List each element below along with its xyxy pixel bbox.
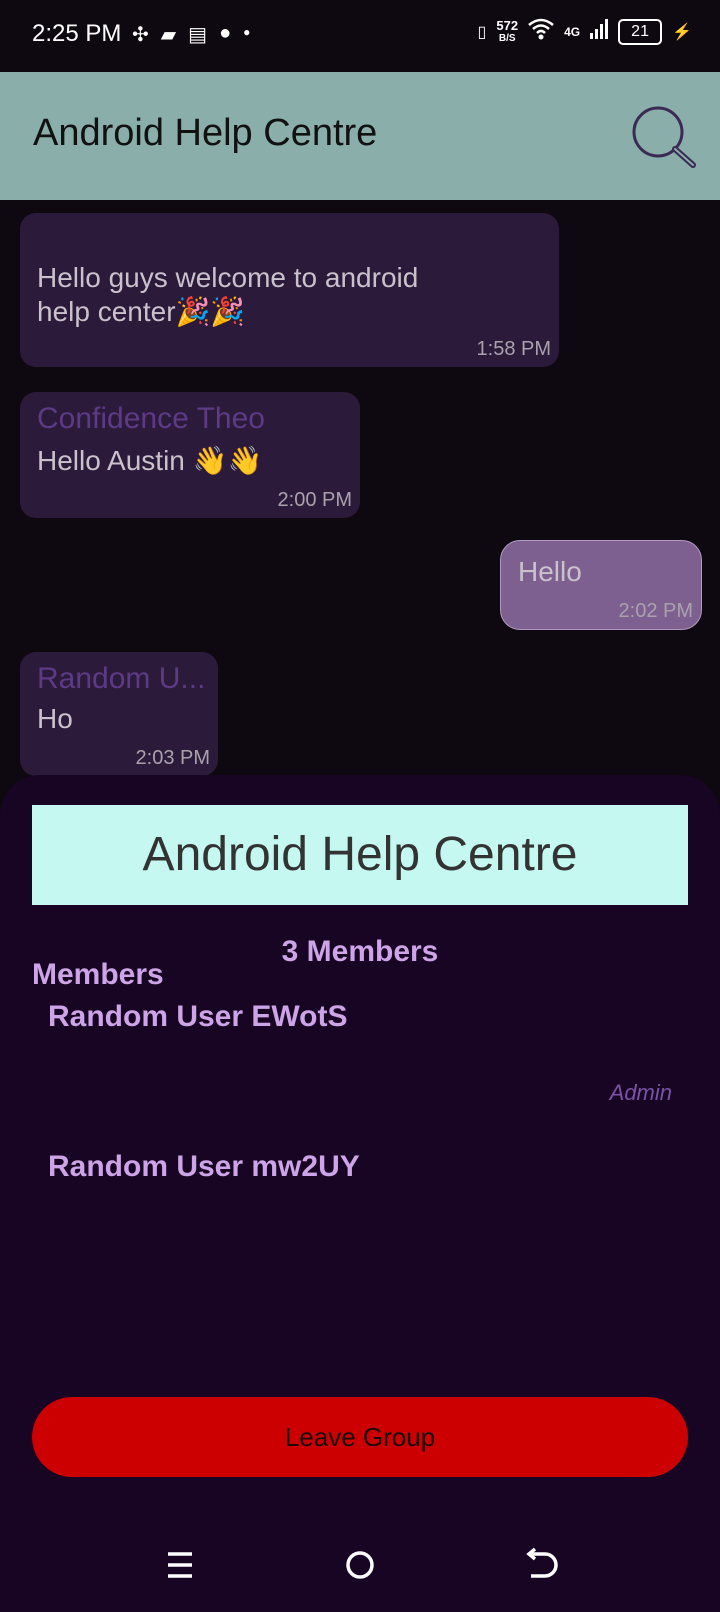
app-bar: Android Help Centre <box>0 72 720 200</box>
message-bubble[interactable]: Hello guys welcome to android help cente… <box>20 213 559 367</box>
notification-icons: ✣ ▰ ▤ ● ● <box>132 22 250 47</box>
chat-bubble-icon: ● <box>219 22 232 44</box>
admin-badge: Admin <box>609 1080 672 1105</box>
app-icon: ▰ <box>160 24 177 46</box>
nav-bar <box>0 1520 720 1612</box>
net-speed-value: 572 <box>496 17 519 33</box>
message-time: 2:00 PM <box>277 489 352 511</box>
message-bubble[interactable]: Confidence Theo Hello Austin 👋👋 2:00 PM <box>20 392 360 518</box>
status-right: ▯ 572 B/S 4G 21 ⚡ <box>478 18 692 45</box>
notification-app-icon: ▤ <box>188 24 208 46</box>
leave-group-button[interactable]: Leave Group <box>32 1397 688 1477</box>
members-label: Members <box>32 958 164 991</box>
charging-icon: ⚡ <box>672 23 692 41</box>
member-item[interactable]: Random User EWotS <box>48 1000 348 1034</box>
message-time: 2:02 PM <box>618 600 693 622</box>
member-item[interactable]: Random User mw2UY <box>48 1150 360 1184</box>
message-time: 1:58 PM <box>476 338 551 360</box>
search-icon[interactable] <box>628 102 698 172</box>
chat-messages[interactable]: Hello guys welcome to android help cente… <box>0 200 720 780</box>
message-bubble[interactable]: Random U... Ho 2:03 PM <box>20 652 218 776</box>
more-dot-icon: ● <box>243 25 251 39</box>
message-sender: Confidence Theo <box>37 402 265 435</box>
wifi-icon <box>528 18 554 45</box>
own-message-bubble[interactable]: Hello 2:02 PM <box>500 540 702 630</box>
message-text: Hello guys welcome to android help cente… <box>37 262 419 327</box>
home-icon[interactable] <box>335 1540 385 1590</box>
net-speed: 572 B/S <box>496 19 518 45</box>
message-text: Hello <box>518 556 582 587</box>
message-sender: Random U... <box>37 662 206 695</box>
status-bar: 2:25 PM ✣ ▰ ▤ ● ● ▯ 572 B/S 4G 21 ⚡ <box>0 0 720 72</box>
message-text: Hello Austin 👋👋 <box>37 445 263 476</box>
group-info-sheet: Android Help Centre 3 Members Members Ra… <box>0 775 720 1612</box>
status-time: 2:25 PM <box>32 20 122 47</box>
app-title: Android Help Centre <box>33 112 378 154</box>
pinwheel-icon: ✣ <box>132 24 149 46</box>
signal-icon <box>590 19 609 44</box>
vibrate-icon: ▯ <box>477 23 487 41</box>
back-icon[interactable] <box>515 1540 565 1590</box>
network-type: 4G <box>564 24 581 39</box>
message-text: Ho <box>37 703 73 734</box>
net-speed-unit: B/S <box>498 32 516 44</box>
group-title: Android Help Centre <box>32 805 688 905</box>
menu-icon[interactable] <box>155 1540 205 1590</box>
message-time: 2:03 PM <box>135 747 210 769</box>
battery-indicator: 21 <box>618 18 663 45</box>
